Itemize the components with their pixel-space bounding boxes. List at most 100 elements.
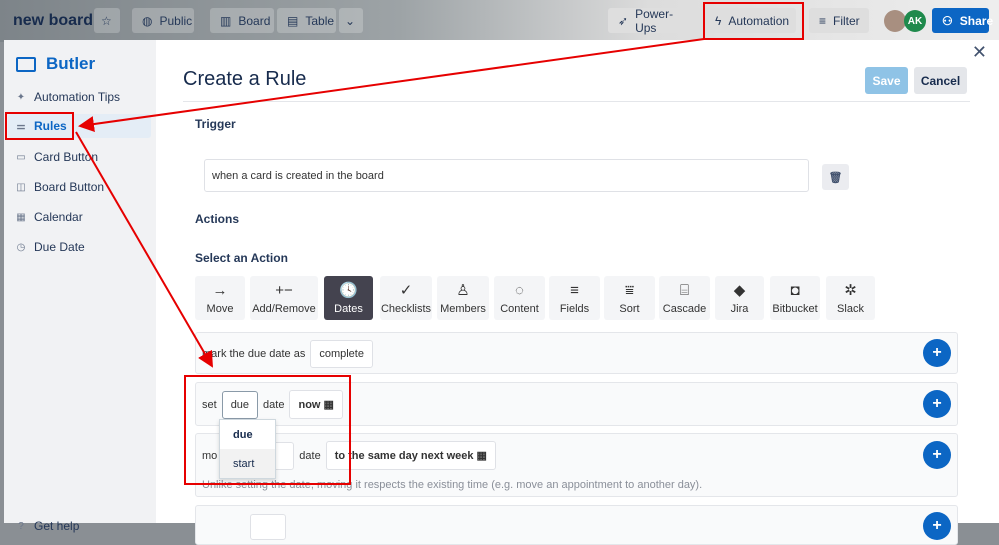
delete-trigger-button[interactable]: 🗑 [822,164,849,190]
select-field[interactable] [250,514,286,540]
sidebar-item-card-button[interactable]: ▭ Card Button [8,145,151,169]
action-type-checklists[interactable]: ✓ Checklists [380,276,432,320]
action-type-label: Jira [730,302,749,315]
board-icon: ◫ [16,181,26,193]
dropdown-option-due[interactable]: due [220,420,275,449]
action-type-label: Checklists [380,302,432,315]
star-icon: ☆ [101,13,112,28]
cancel-button[interactable]: Cancel [914,67,967,94]
table-view-label: Table [305,13,335,28]
filter-label: Filter [833,13,860,28]
sidebar-item-label: Get help [34,519,80,533]
add-user-icon: ⚇ [942,13,953,28]
sidebar-item-board-button[interactable]: ◫ Board Button [8,175,151,199]
sidebar-item-rules[interactable]: ⚌ Rules [8,114,151,138]
add-action-button[interactable]: + [923,390,951,418]
action-type-content[interactable]: ◌ Content [494,276,545,320]
content-icon: ◌ [515,281,524,299]
action-type-label: Add/Remove [252,302,316,315]
action-type-slack[interactable]: ✲ Slack [826,276,875,320]
avatar-ak[interactable]: AK [904,10,926,32]
views-dropdown-button[interactable]: ⌄ [339,8,363,33]
board-icon: ▥ [220,13,232,28]
sidebar-item-automation-tips[interactable]: ✦ Automation Tips [8,85,151,109]
automation-button[interactable]: ϟ Automation [705,8,796,33]
slack-icon: ✲ [844,281,857,299]
robot-icon [16,56,36,72]
action-type-fields[interactable]: ≡ Fields [549,276,600,320]
trigger-field[interactable]: when a card is created in the board [204,159,809,192]
sidebar-item-calendar[interactable]: ▦ Calendar [8,205,151,229]
view-board-button[interactable]: ▥ Board [210,8,274,33]
clock-icon: ◷ [16,241,26,253]
board-view-label: Board [238,13,271,28]
dropdown-option-start[interactable]: start [220,449,275,478]
avatar[interactable] [884,10,906,32]
date-value: now [298,399,321,411]
card-icon: ▭ [16,151,26,163]
visibility-button[interactable]: ◍ Public [132,8,194,33]
action-type-label: Dates [334,302,363,315]
action-type-add-remove[interactable]: +− Add/Remove [250,276,318,320]
date-value: to the same day next week [334,450,474,462]
table-icon: ▤ [287,13,299,28]
date-picker[interactable]: to the same day next week ▦ [325,441,496,470]
action-type-label: Members [440,302,486,315]
action-type-bitbucket[interactable]: ◘ Bitbucket [770,276,820,320]
add-action-button[interactable]: + [923,441,951,469]
sort-icon: ⩸ [624,281,635,299]
action-text: date [299,449,321,462]
date-type-dropdown: due start [219,419,276,479]
filter-button[interactable]: ≡ Filter [809,8,869,33]
rule-editor: ✕ Create a Rule Save Cancel Trigger when… [156,40,999,545]
date-picker[interactable]: now ▦ [289,390,343,419]
save-button[interactable]: Save [865,67,908,94]
power-ups-button[interactable]: ➶ Power-Ups [608,6,701,35]
add-remove-icon: +− [275,281,293,299]
butler-sidebar: Butler ✦ Automation Tips ⚌ Rules ▭ Card But… [4,40,156,533]
action-type-move[interactable]: → Move [195,276,245,320]
action-type-label: Sort [619,302,640,315]
view-table-button[interactable]: ▤ Table [277,8,336,33]
add-action-button[interactable]: + [923,512,951,540]
automation-label: Automation [728,13,790,28]
action-text: mark the due date as [202,348,306,360]
close-icon[interactable]: ✕ [972,42,987,63]
sidebar-item-label: Automation Tips [34,90,121,104]
action-row-mark-due: mark the due date as complete + [195,332,958,374]
bitbucket-icon: ◘ [790,281,800,299]
hint-text: Unlike setting the date, moving it respe… [202,479,703,491]
butler-title: Butler [46,54,96,73]
calendar-icon: ▦ [16,211,26,223]
visibility-label: Public [159,13,193,28]
action-type-cascade[interactable]: ⌸ Cascade [659,276,710,320]
action-type-sort[interactable]: ⩸ Sort [604,276,655,320]
trigger-label: Trigger [195,117,236,131]
complete-select[interactable]: complete [310,340,373,368]
board-title[interactable]: new board [13,12,93,30]
action-row-set-date: set due date now ▦ + [195,382,958,426]
trash-icon: 🗑 [828,171,843,184]
action-type-members[interactable]: ♙ Members [437,276,489,320]
move-icon: → [212,281,228,299]
action-type-jira[interactable]: ◆ Jira [715,276,764,320]
action-type-dates[interactable]: 🕓 Dates [324,276,373,320]
date-type-select[interactable]: due [221,390,259,419]
sidebar-item-label: Rules [34,119,67,133]
action-text: date [263,398,285,411]
action-type-label: Slack [837,302,864,315]
sidebar-item-get-help[interactable]: ? Get help [8,514,151,538]
sidebar-item-label: Due Date [34,240,85,254]
power-ups-label: Power-Ups [635,6,674,35]
sidebar-item-due-date[interactable]: ◷ Due Date [8,235,151,259]
action-text: mo [202,449,218,462]
add-action-button[interactable]: + [923,339,951,367]
sliders-icon: ⚌ [16,120,26,132]
share-button[interactable]: ⚇ Share [932,8,993,33]
share-label: Share [959,13,994,28]
actions-label: Actions [195,212,240,226]
star-button[interactable]: ☆ [94,8,120,33]
members-icon: ♙ [456,281,470,299]
divider [183,101,970,102]
butler-brand: Butler [16,54,95,74]
